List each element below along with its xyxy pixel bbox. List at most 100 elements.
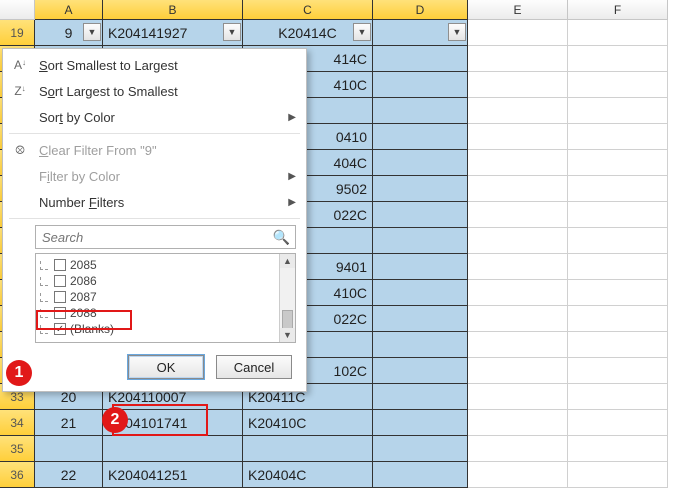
cell[interactable] bbox=[243, 436, 373, 462]
cell[interactable] bbox=[568, 228, 668, 254]
cell[interactable] bbox=[568, 176, 668, 202]
cell[interactable] bbox=[468, 436, 568, 462]
cell[interactable] bbox=[568, 46, 668, 72]
cell[interactable] bbox=[373, 124, 468, 150]
cell[interactable] bbox=[568, 384, 668, 410]
checkbox-icon[interactable] bbox=[54, 275, 66, 287]
cell[interactable]: K204041251 bbox=[103, 462, 243, 488]
select-all-corner[interactable] bbox=[0, 0, 35, 20]
number-filters-item[interactable]: Number Filters ▶ bbox=[3, 189, 306, 215]
cell-B19[interactable]: K204141927 ▼ bbox=[103, 20, 243, 46]
row-header[interactable]: 19 bbox=[0, 20, 35, 46]
row-header[interactable]: 34 bbox=[0, 410, 35, 436]
cell[interactable] bbox=[373, 410, 468, 436]
cell[interactable]: K20404C bbox=[243, 462, 373, 488]
filter-search-input[interactable] bbox=[35, 225, 296, 249]
checkbox-icon[interactable] bbox=[54, 291, 66, 303]
scroll-up-icon[interactable]: ▲ bbox=[280, 254, 295, 268]
cell[interactable] bbox=[373, 202, 468, 228]
scroll-down-icon[interactable]: ▼ bbox=[280, 328, 295, 342]
cell[interactable] bbox=[468, 72, 568, 98]
sort-asc-item[interactable]: A↓ Sort Smallest to Largest bbox=[3, 52, 306, 78]
cell-E19[interactable] bbox=[468, 20, 568, 46]
cell[interactable] bbox=[468, 98, 568, 124]
cell[interactable] bbox=[373, 384, 468, 410]
cell[interactable] bbox=[373, 254, 468, 280]
filter-dropdown-C[interactable]: ▼ bbox=[353, 23, 371, 41]
filter-dropdown-B[interactable]: ▼ bbox=[223, 23, 241, 41]
cell[interactable] bbox=[468, 202, 568, 228]
cancel-button[interactable]: Cancel bbox=[216, 355, 292, 379]
cell[interactable] bbox=[568, 280, 668, 306]
cell[interactable] bbox=[103, 436, 243, 462]
row-header[interactable]: 36 bbox=[0, 462, 35, 488]
col-header-E[interactable]: E bbox=[468, 0, 568, 20]
cell[interactable] bbox=[568, 306, 668, 332]
col-header-C[interactable]: C bbox=[243, 0, 373, 20]
cell[interactable] bbox=[468, 358, 568, 384]
col-header-A[interactable]: A bbox=[35, 0, 103, 20]
cell[interactable] bbox=[373, 46, 468, 72]
list-scrollbar[interactable]: ▲ ▼ bbox=[279, 254, 295, 342]
cell[interactable] bbox=[568, 98, 668, 124]
col-header-D[interactable]: D bbox=[373, 0, 468, 20]
cell[interactable] bbox=[568, 72, 668, 98]
cell[interactable] bbox=[35, 436, 103, 462]
cell[interactable] bbox=[468, 332, 568, 358]
cell[interactable] bbox=[373, 150, 468, 176]
cell-D19[interactable]: ▼ bbox=[373, 20, 468, 46]
cell[interactable] bbox=[373, 462, 468, 488]
cell[interactable] bbox=[468, 280, 568, 306]
cell[interactable] bbox=[568, 202, 668, 228]
sort-desc-item[interactable]: Z↓ Sort Largest to Smallest bbox=[3, 78, 306, 104]
cell[interactable]: 22 bbox=[35, 462, 103, 488]
cell[interactable]: 21 bbox=[35, 410, 103, 436]
cell[interactable] bbox=[373, 176, 468, 202]
filter-dropdown-A[interactable]: ▼ bbox=[83, 23, 101, 41]
cell[interactable] bbox=[568, 436, 668, 462]
cell[interactable] bbox=[468, 46, 568, 72]
ok-button[interactable]: OK bbox=[128, 355, 204, 379]
filter-value-item[interactable]: 2086 bbox=[40, 273, 277, 289]
submenu-arrow-icon: ▶ bbox=[288, 112, 296, 123]
cell[interactable] bbox=[468, 228, 568, 254]
cell[interactable] bbox=[373, 98, 468, 124]
cell[interactable] bbox=[373, 228, 468, 254]
cell[interactable] bbox=[568, 124, 668, 150]
cell[interactable] bbox=[568, 358, 668, 384]
cell[interactable] bbox=[373, 436, 468, 462]
cell[interactable] bbox=[373, 358, 468, 384]
cell[interactable] bbox=[568, 410, 668, 436]
sort-by-color-item[interactable]: Sort by Color ▶ bbox=[3, 104, 306, 130]
cell[interactable] bbox=[468, 384, 568, 410]
cell[interactable] bbox=[468, 410, 568, 436]
cell[interactable] bbox=[373, 332, 468, 358]
cell[interactable] bbox=[468, 150, 568, 176]
cell[interactable] bbox=[568, 332, 668, 358]
cell[interactable] bbox=[373, 280, 468, 306]
cell[interactable] bbox=[373, 306, 468, 332]
checkbox-icon[interactable] bbox=[54, 259, 66, 271]
cell[interactable] bbox=[468, 176, 568, 202]
cell-C19[interactable]: K20414C ▼ bbox=[243, 20, 373, 46]
cell[interactable]: K20410C bbox=[243, 410, 373, 436]
col-header-B[interactable]: B bbox=[103, 0, 243, 20]
menu-label: Number Filters bbox=[39, 195, 280, 210]
cell[interactable] bbox=[468, 462, 568, 488]
cell[interactable] bbox=[568, 150, 668, 176]
cell-A19[interactable]: 9 ▼ bbox=[35, 20, 103, 46]
cell[interactable] bbox=[468, 254, 568, 280]
column-header-row: A B C D E F bbox=[0, 0, 680, 20]
row-header[interactable]: 35 bbox=[0, 436, 35, 462]
cell[interactable] bbox=[568, 254, 668, 280]
annotation-highlight-blanks bbox=[36, 310, 132, 330]
filter-value-item[interactable]: 2085 bbox=[40, 257, 277, 273]
cell[interactable] bbox=[373, 72, 468, 98]
cell[interactable] bbox=[468, 124, 568, 150]
filter-dropdown-D[interactable]: ▼ bbox=[448, 23, 466, 41]
filter-value-item[interactable]: 2087 bbox=[40, 289, 277, 305]
cell-F19[interactable] bbox=[568, 20, 668, 46]
col-header-F[interactable]: F bbox=[568, 0, 668, 20]
cell[interactable] bbox=[468, 306, 568, 332]
cell[interactable] bbox=[568, 462, 668, 488]
